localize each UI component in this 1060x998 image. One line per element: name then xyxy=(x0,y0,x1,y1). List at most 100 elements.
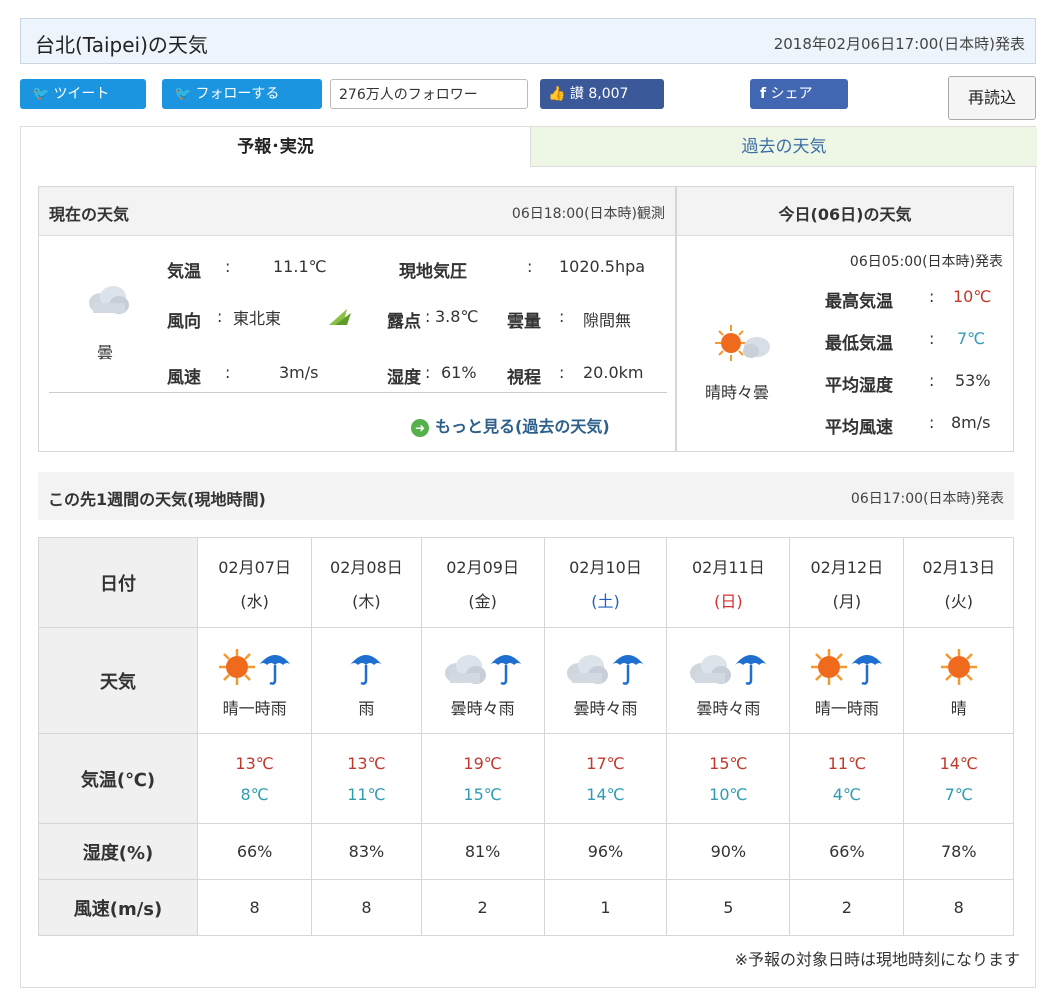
forecast-temp-cell: 17℃ 14℃ xyxy=(543,733,668,824)
cloud-umbrella-icon xyxy=(668,643,788,687)
forecast-high: 13℃ xyxy=(235,753,274,773)
forecast-low: 7℃ xyxy=(944,784,973,804)
current-weather-heading: 現在の天気 xyxy=(49,205,130,224)
forecast-temp-cell: 15℃ 10℃ xyxy=(666,733,791,824)
reload-button[interactable]: 再読込 xyxy=(948,76,1036,120)
wind-direction-icon xyxy=(325,305,353,329)
current-wind-dir: 東北東 xyxy=(233,309,282,328)
current-wind-speed: 3m/s xyxy=(279,363,319,382)
row-header-date: 日付 xyxy=(38,537,198,628)
today-min-temp: 7℃ xyxy=(957,329,986,348)
forecast-date-cell: 02月13日 (火) xyxy=(903,537,1014,628)
today-avg-humidity: 53% xyxy=(955,371,991,390)
forecast-humidity: 83% xyxy=(311,823,422,880)
published-time: 2018年02月06日17:00(日本時)発表 xyxy=(773,35,1025,53)
current-cloud: 隙間無 xyxy=(583,311,632,330)
tweet-button[interactable]: 🐦 ツイート xyxy=(20,79,146,109)
twitter-bird-icon: 🐦 xyxy=(174,86,192,102)
sun-umbrella-icon xyxy=(199,643,310,687)
visibility-label: 視程 xyxy=(507,368,541,388)
row-header-humidity: 湿度(%) xyxy=(38,823,198,880)
today-heading: 今日(06日)の天気 xyxy=(778,205,912,224)
table-row-wind: 風速(m/s) 8821528 xyxy=(38,879,1014,936)
forecast-high: 11℃ xyxy=(827,753,867,773)
avg-wind-label: 平均風速 xyxy=(825,418,893,438)
sun-icon xyxy=(905,643,1012,687)
forecast-weather: 晴一時雨 xyxy=(222,698,287,718)
umbrella-icon xyxy=(313,643,419,687)
forecast-wind: 8 xyxy=(311,879,422,936)
week-published: 06日17:00(日本時)発表 xyxy=(850,491,1004,507)
cloud-umbrella-icon xyxy=(423,643,543,687)
tab-past-weather[interactable]: 過去の天気 xyxy=(531,127,1037,167)
forecast-humidity: 66% xyxy=(789,823,905,880)
forecast-date: 02月09日 xyxy=(446,557,519,577)
forecast-date-cell: 02月12日 (月) xyxy=(789,537,905,628)
facebook-icon: f xyxy=(760,86,767,102)
forecast-weather-cell: 晴一時雨 xyxy=(196,627,313,734)
pressure-label: 現地気圧 xyxy=(399,262,467,282)
week-heading: この先1週間の天気(現地時間) xyxy=(48,490,266,509)
forecast-date: 02月10日 xyxy=(569,557,642,577)
week-forecast-table: 日付 02月07日 (水) 02月08日 (木) 02月09日 (金) 02月10日 (土) 0… xyxy=(38,537,1014,936)
forecast-date: 02月08日 xyxy=(330,557,403,577)
forecast-dow: (火) xyxy=(944,591,973,611)
divider xyxy=(49,392,167,393)
forecast-dow: (水) xyxy=(240,591,269,611)
like-button[interactable]: 👍 讃 8,007 xyxy=(540,79,664,109)
forecast-dow: (金) xyxy=(468,591,497,611)
follower-count: 276万人のフォロワー xyxy=(330,79,528,109)
forecast-dow: (土) xyxy=(591,591,620,611)
forecast-humidity: 78% xyxy=(903,823,1014,880)
forecast-weather: 雨 xyxy=(358,698,375,718)
wind-dir-label: 風向 xyxy=(167,312,201,332)
timezone-note: ※予報の対象日時は現地時刻になります xyxy=(734,950,1020,969)
current-temp: 11.1℃ xyxy=(273,257,327,276)
follow-button[interactable]: 🐦 フォローする xyxy=(162,79,322,109)
table-row-humidity: 湿度(%) 66% 83% 81% 96% 90% 66% 78% xyxy=(38,823,1014,880)
current-condition: 曇 xyxy=(97,343,114,362)
sun-umbrella-icon xyxy=(791,643,902,687)
forecast-wind: 2 xyxy=(420,879,545,936)
today-condition: 晴時々曇 xyxy=(705,383,770,402)
forecast-low: 14℃ xyxy=(586,784,625,804)
forecast-humidity: 66% xyxy=(196,823,313,880)
wind-speed-label: 風速 xyxy=(167,368,201,388)
forecast-dow: (日) xyxy=(714,591,743,611)
min-temp-label: 最低気温 xyxy=(825,334,893,354)
forecast-date-cell: 02月07日 (水) xyxy=(196,537,313,628)
forecast-wind: 5 xyxy=(666,879,791,936)
today-avg-wind: 8m/s xyxy=(951,413,991,432)
table-row-temp: 気温(℃) 13℃ 8℃ 13℃ 11℃ 19℃ 15℃ 17℃ 14℃ 15℃ 10℃ 11℃ 4℃… xyxy=(38,733,1014,824)
forecast-temp-cell: 13℃ 8℃ xyxy=(196,733,313,824)
forecast-humidity: 90% xyxy=(666,823,791,880)
forecast-wind: 8 xyxy=(903,879,1014,936)
arrow-right-icon: ➜ xyxy=(411,418,429,437)
forecast-weather: 曇時々雨 xyxy=(450,698,515,718)
max-temp-label: 最高気温 xyxy=(825,292,893,312)
forecast-low: 15℃ xyxy=(463,784,502,804)
page-title: 台北(Taipei)の天気 xyxy=(35,33,208,57)
forecast-temp-cell: 13℃ 11℃ xyxy=(311,733,422,824)
today-weather-box: 今日(06日)の天気 06日05:00(日本時)発表 晴時々曇 最高気温: 10… xyxy=(676,186,1014,452)
forecast-humidity: 96% xyxy=(543,823,668,880)
forecast-temp-cell: 19℃ 15℃ xyxy=(420,733,545,824)
observed-time: 06日18:00(日本時)観測 xyxy=(511,206,665,222)
cloud-label: 雲量 xyxy=(507,312,541,332)
forecast-date: 02月07日 xyxy=(218,557,291,577)
forecast-dow: (月) xyxy=(832,591,862,611)
forecast-high: 13℃ xyxy=(347,753,386,773)
forecast-low: 10℃ xyxy=(709,784,748,804)
forecast-low: 4℃ xyxy=(832,784,861,804)
current-pressure: 1020.5hpa xyxy=(559,257,646,276)
dew-label: 露点 xyxy=(387,312,421,332)
today-max-temp: 10℃ xyxy=(953,287,992,306)
humidity-label: 湿度 xyxy=(387,368,421,388)
forecast-weather-cell: 晴一時雨 xyxy=(789,627,905,734)
tab-forecast[interactable]: 予報･実況 xyxy=(21,127,531,167)
forecast-high: 15℃ xyxy=(709,753,748,773)
forecast-date-cell: 02月09日 (金) xyxy=(420,537,545,628)
more-past-weather-link[interactable]: ➜ もっと見る(過去の天気) xyxy=(411,413,610,437)
forecast-weather-cell: 晴 xyxy=(903,627,1014,734)
facebook-share-button[interactable]: f シェア xyxy=(750,79,848,109)
